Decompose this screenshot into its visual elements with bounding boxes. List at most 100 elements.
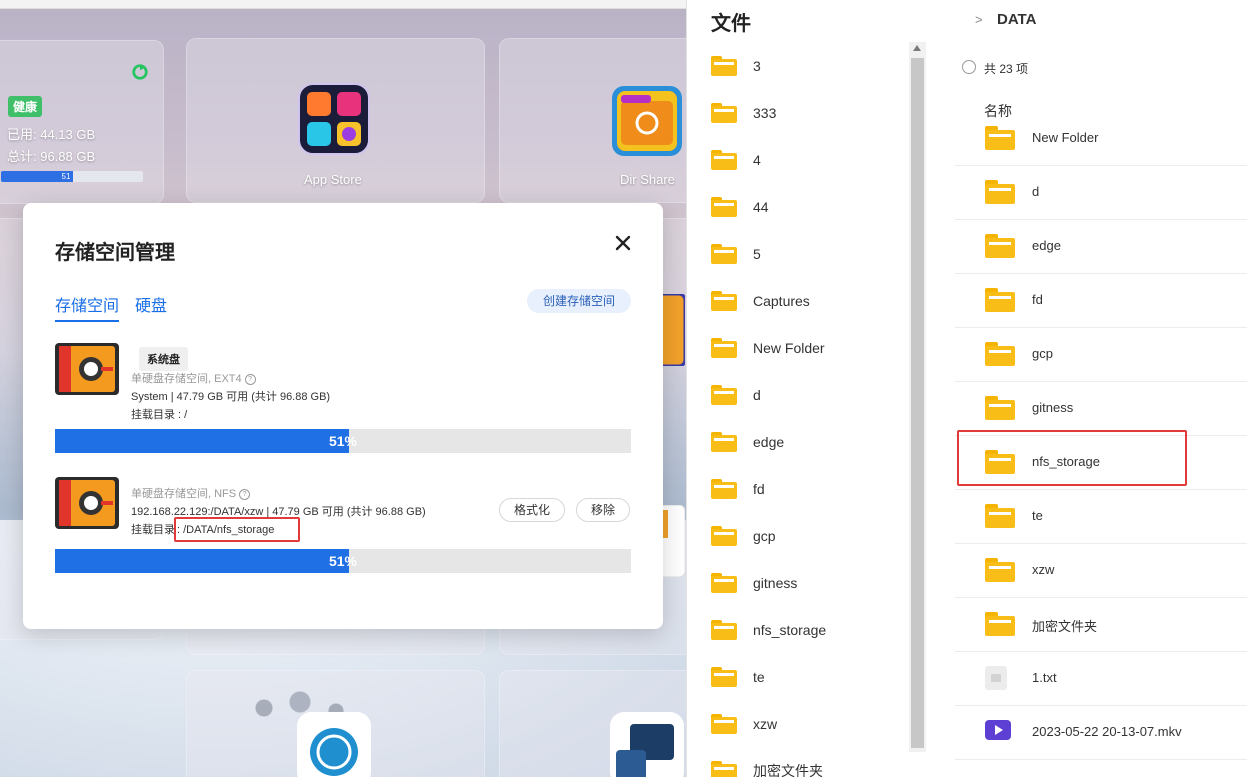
list-item[interactable]: 4 [711, 148, 761, 172]
folder-icon [711, 526, 737, 546]
health-badge: 健康 [8, 96, 43, 117]
dir-share-label: Dir Share [620, 172, 675, 187]
list-item-label: gitness [753, 575, 798, 591]
list-item[interactable]: d [711, 383, 761, 407]
tab-storage-space[interactable]: 存储空间 [55, 292, 120, 322]
file-name: fd [1032, 292, 1043, 307]
folder-icon [711, 620, 737, 640]
table-row[interactable]: d [955, 165, 1247, 220]
list-item[interactable]: gitness [711, 571, 797, 595]
folder-icon [711, 667, 737, 687]
list-item[interactable]: Captures [711, 289, 810, 313]
folder-icon [711, 56, 737, 76]
file-icon-wrap [985, 396, 1015, 420]
used-space: 已用: 44.13 GB [7, 127, 96, 142]
list-item[interactable]: 333 [711, 101, 776, 125]
refresh-icon[interactable] [131, 63, 149, 81]
list-item-label: 333 [753, 105, 777, 121]
file-name: edge [1032, 238, 1061, 253]
folder-icon [985, 396, 1015, 420]
folder-icon [985, 504, 1015, 528]
list-item[interactable]: te [711, 665, 765, 689]
list-item-label: 5 [753, 246, 761, 262]
folder-icon [711, 573, 737, 593]
list-item[interactable]: 44 [711, 195, 769, 219]
file-icon-wrap [985, 126, 1015, 150]
list-item-label: d [753, 387, 761, 403]
scrollbar-thumb[interactable] [911, 58, 924, 748]
file-name: xzw [1032, 562, 1055, 577]
text-file-icon [985, 666, 1007, 690]
folder-icon [985, 180, 1015, 204]
scroll-up-arrow[interactable] [913, 45, 921, 51]
list-item[interactable]: xzw [711, 712, 777, 736]
dialog-title: 存储空间管理 [55, 242, 175, 264]
total-space: 总计: 96.88 GB [7, 149, 96, 164]
browser-bookmark-bar [0, 0, 686, 9]
help-icon[interactable]: ? [239, 489, 251, 500]
file-icon-wrap [985, 234, 1015, 258]
table-row[interactable]: 1.txt [955, 651, 1247, 706]
folder-icon [711, 244, 737, 264]
table-row[interactable]: fd [955, 273, 1247, 328]
folder-icon [985, 234, 1015, 258]
app-store-label: App Store [304, 172, 362, 187]
table-row[interactable]: New Folder [955, 111, 1247, 166]
list-item[interactable]: 加密文件夹 [711, 759, 823, 777]
folder-icon [985, 558, 1015, 582]
file-name: New Folder [1032, 130, 1099, 145]
file-icon-wrap [985, 558, 1015, 582]
close-icon[interactable] [613, 233, 633, 253]
file-icon-wrap [985, 180, 1015, 204]
tab-hard-disk[interactable]: 硬盘 [135, 292, 167, 316]
list-item[interactable]: nfs_storage [711, 618, 826, 642]
breadcrumb[interactable]: DATA [997, 11, 1036, 28]
file-name: te [1032, 508, 1043, 523]
dir-share-tile[interactable]: Dir Share [499, 38, 686, 203]
syncthing-icon [297, 712, 371, 777]
folder-icon [711, 103, 737, 123]
volume-usage-bar: 51% [55, 429, 631, 453]
folder-icon [711, 197, 737, 217]
folder-icon [711, 150, 737, 170]
app-store-tile[interactable]: App Store [186, 38, 485, 203]
folder-icon [985, 612, 1015, 636]
storage-usage-fill: 51 [1, 171, 74, 182]
data-folder-panel: > DATA 共 23 项 名称 New Folder d edge fd gcp git… [927, 0, 1247, 777]
hard-disk-icon [55, 343, 119, 395]
folder-icon [711, 291, 737, 311]
list-item-label: 加密文件夹 [753, 763, 823, 777]
list-item[interactable]: 3 [711, 54, 761, 78]
table-row[interactable]: xzw [955, 543, 1247, 598]
list-item[interactable]: 5 [711, 242, 761, 266]
table-row[interactable]: te [955, 489, 1247, 544]
volume-detail: System | 47.79 GB 可用 (共计 96.88 GB) [131, 391, 331, 403]
highlight-box [957, 430, 1187, 486]
volume-usage-label: 51% [328, 553, 358, 569]
table-row[interactable]: edge [955, 219, 1247, 274]
list-item[interactable]: New Folder [711, 336, 825, 360]
create-storage-button[interactable]: 创建存储空间 [526, 289, 631, 313]
scrollbar[interactable] [909, 42, 926, 752]
breadcrumb-chevron-icon: > [975, 12, 983, 27]
file-name: 1.txt [1032, 670, 1057, 685]
table-row[interactable]: gcp [955, 327, 1247, 382]
file-icon-wrap [985, 720, 1011, 740]
remove-button[interactable]: 移除 [576, 498, 631, 522]
storage-widget[interactable]: 健康 已用: 44.13 GB 总计: 96.88 GB 51 [0, 40, 164, 204]
mount-label: 挂载目录 [131, 524, 175, 536]
list-item[interactable]: edge [711, 430, 784, 454]
table-row[interactable]: gitness [955, 381, 1247, 436]
list-item-label: fd [753, 481, 765, 497]
file-name: d [1032, 184, 1040, 199]
list-item-label: gcp [753, 528, 776, 544]
help-icon[interactable]: ? [244, 374, 256, 385]
list-item[interactable]: gcp [711, 524, 776, 548]
table-row[interactable]: 2023-05-22 20-13-07.mkv [955, 705, 1247, 760]
select-all-radio[interactable] [962, 60, 976, 74]
format-button[interactable]: 格式化 [499, 498, 566, 522]
file-name: gitness [1032, 400, 1074, 415]
table-row[interactable]: 加密文件夹 [955, 597, 1247, 652]
file-name: gcp [1032, 346, 1053, 361]
list-item[interactable]: fd [711, 477, 765, 501]
